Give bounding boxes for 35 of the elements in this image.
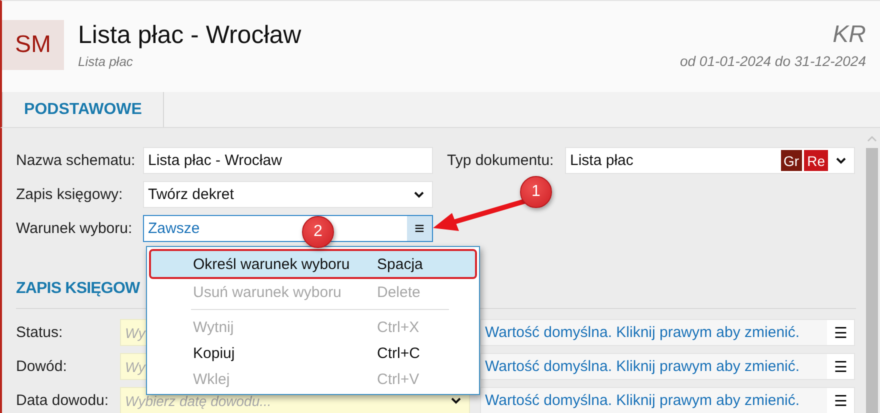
default-value-text: Wartość domyślna. Kliknij prawym aby zmienić. [484,357,801,377]
field-label: Nazwa schematu: [16,152,136,169]
page-title: Lista płac - Wrocław [78,20,302,50]
default-value-text: Wartość domyślna. Kliknij prawym aby zmienić. [484,391,801,411]
field-label: Data dowodu: [16,392,110,409]
scrollbar-thumb[interactable] [866,148,878,413]
tag: Gr [780,150,802,171]
default-value-text: Wartość domyślna. Kliknij prawym aby zmienić. [484,323,801,343]
menu-button[interactable]: ☰ [827,388,854,413]
field-label: Dowód: [16,358,68,375]
menu-item[interactable]: Określ warunek wyboru Spacja [149,249,477,279]
scroll-up-icon[interactable] [867,136,877,142]
field-label: Typ dokumentu: [447,152,555,169]
chevron-down-icon [451,397,461,404]
menu-item[interactable]: Kopiuj Ctrl+C [149,340,477,366]
menu-button[interactable]: ≡ [407,216,432,241]
tab[interactable]: PODSTAWOWE [2,92,164,127]
field-label: Zapis księgowy: [16,186,124,203]
menu-button[interactable]: ☰ [827,320,854,345]
input-field[interactable]: Lista płac - Wrocław [143,147,433,174]
company-code: KR [832,20,866,50]
dropdown-field[interactable]: Twórz dekret [143,181,433,208]
period-text: od 01-01-2024 do 31-12-2024 [680,53,866,69]
field-label: Status: [16,324,64,341]
default-value-field[interactable]: Wartość domyślna. Kliknij prawym aby zmienić. ☰ [480,387,855,413]
app-logo: SM [2,20,64,70]
dropdown-field[interactable]: Lista płac Gr Re [565,147,855,174]
menu-button[interactable]: ☰ [827,354,854,379]
default-value-field[interactable]: Wartość domyślna. Kliknij prawym aby zmienić. ☰ [480,319,855,346]
tag: Re [804,150,828,171]
default-value-field[interactable]: Wartość domyślna. Kliknij prawym aby zmienić. ☰ [480,353,855,380]
chevron-down-icon [836,157,846,164]
page-subtitle: Lista płac [78,54,134,69]
field-label: Warunek wyboru: [16,220,134,237]
chevron-down-icon [414,191,424,198]
